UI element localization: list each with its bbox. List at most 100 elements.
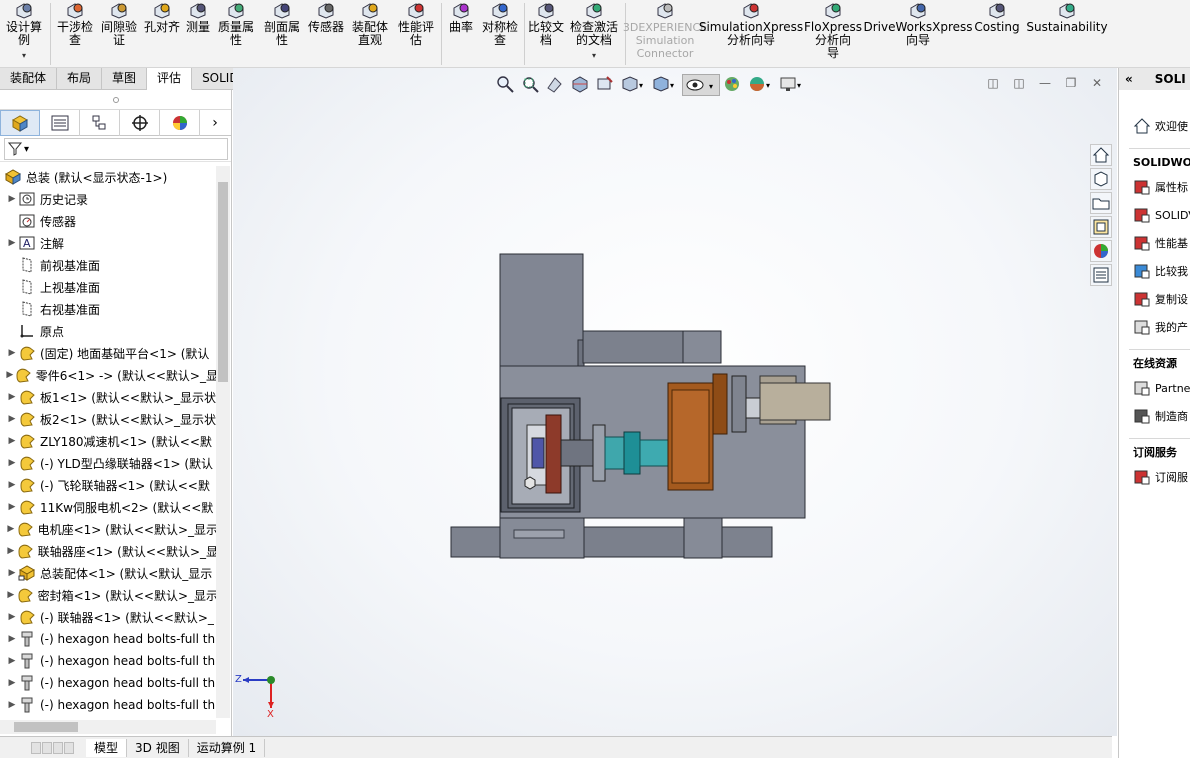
- ribbon-button-curvature[interactable]: 曲率: [444, 0, 478, 66]
- expand-arrow-icon[interactable]: ▶: [6, 700, 18, 710]
- horizontal-scroll-thumb[interactable]: [14, 722, 78, 732]
- featuremanager-tab[interactable]: [0, 110, 40, 136]
- expand-arrow-icon[interactable]: ▶: [6, 678, 18, 688]
- tree-item[interactable]: ▶ (-) hexagon head bolts-full th: [0, 650, 218, 672]
- tree-item[interactable]: ▶ 历史记录: [0, 188, 218, 210]
- ribbon-button-compare[interactable]: 比较文 档: [527, 0, 565, 66]
- cad-model[interactable]: [233, 68, 1117, 736]
- expand-arrow-icon[interactable]: ▶: [6, 502, 18, 512]
- appearances-scenes-icon[interactable]: [1090, 240, 1112, 262]
- command-tab-3[interactable]: 评估: [147, 68, 193, 90]
- panel-splitter-handle[interactable]: [0, 90, 231, 110]
- tree-item[interactable]: ▶ (固定) 地面基础平台<1> (默认: [0, 342, 218, 364]
- vertical-scroll-thumb[interactable]: [218, 182, 228, 382]
- tree-item[interactable]: ▶ 零件6<1> -> (默认<<默认>_显: [0, 364, 218, 386]
- bottom-tab-0[interactable]: 模型: [86, 738, 128, 757]
- tree-item[interactable]: 原点: [0, 320, 218, 342]
- tree-item[interactable]: 右视基准面: [0, 298, 218, 320]
- tree-item[interactable]: ▶ (-) hexagon head bolts-full th: [0, 672, 218, 694]
- expand-arrow-icon[interactable]: ▶: [6, 458, 18, 468]
- file-explorer-icon[interactable]: [1090, 192, 1112, 214]
- graphics-area[interactable]: ▾ ▾ ▾ ▾ ▾ ◫ ◫ — ❐ ✕ Z X: [233, 68, 1117, 736]
- tree-item[interactable]: ▶ 板2<1> (默认<<默认>_显示状: [0, 408, 218, 430]
- expand-arrow-icon[interactable]: ▶: [6, 568, 18, 578]
- bottom-tab-1[interactable]: 3D 视图: [127, 738, 189, 757]
- tree-item[interactable]: ▶ ZLY180减速机<1> (默认<<默: [0, 430, 218, 452]
- collapse-task-pane-icon[interactable]: «: [1125, 72, 1133, 86]
- configurationmanager-tab[interactable]: [80, 110, 120, 136]
- ribbon-button-check-active[interactable]: 检查激活 的文档 ▾: [565, 0, 623, 66]
- propertymanager-tab[interactable]: [40, 110, 80, 136]
- solidworks-resources-home-icon[interactable]: [1090, 144, 1112, 166]
- task-pane-link[interactable]: Partne: [1119, 374, 1190, 402]
- tree-item[interactable]: ▶ (-) YLD型凸缘联轴器<1> (默认: [0, 452, 218, 474]
- view-palette-icon[interactable]: [1090, 216, 1112, 238]
- next-tab-button[interactable]: [53, 741, 63, 754]
- tree-item[interactable]: ▶ 11Kw伺服电机<2> (默认<<默: [0, 496, 218, 518]
- expand-arrow-icon[interactable]: ▶: [6, 370, 14, 380]
- tree-item[interactable]: ▶ 板1<1> (默认<<默认>_显示状: [0, 386, 218, 408]
- tree-vertical-scrollbar[interactable]: [216, 166, 230, 718]
- tree-item[interactable]: ▶ 电机座<1> (默认<<默认>_显示: [0, 518, 218, 540]
- tree-item[interactable]: ▶ (-) 联轴器<1> (默认<<默认>_: [0, 606, 218, 628]
- design-library-icon[interactable]: [1090, 168, 1112, 190]
- expand-arrow-icon[interactable]: ▶: [6, 392, 18, 402]
- expand-arrow-icon[interactable]: ▶: [6, 590, 16, 600]
- tree-item[interactable]: ▶ 总装配体<1> (默认<默认_显示: [0, 562, 218, 584]
- welcome-link[interactable]: 欢迎使: [1119, 112, 1190, 140]
- task-pane-link[interactable]: 订阅服: [1119, 463, 1190, 491]
- ribbon-button-sustainability[interactable]: Sustainability: [1024, 0, 1110, 66]
- task-pane-link[interactable]: SOLIDV: [1119, 201, 1190, 229]
- tree-item[interactable]: ▶ 联轴器座<1> (默认<<默认>_显: [0, 540, 218, 562]
- prev-tab-button[interactable]: [42, 741, 52, 754]
- ribbon-button-assembly-visualization[interactable]: 装配体 直观: [347, 0, 393, 66]
- task-pane-link[interactable]: 属性标: [1119, 173, 1190, 201]
- tree-item[interactable]: 前视基准面: [0, 254, 218, 276]
- tree-item[interactable]: ▶ (-) hexagon head bolts-full th: [0, 694, 218, 716]
- dropdown-arrow-icon[interactable]: ▾: [592, 49, 596, 62]
- ribbon-button-mass-properties[interactable]: 质量属 性: [213, 0, 259, 66]
- dropdown-arrow-icon[interactable]: ▾: [22, 49, 26, 62]
- tree-item[interactable]: 传感器: [0, 210, 218, 232]
- ribbon-button-design-study[interactable]: 设计算 例 ▾: [0, 0, 48, 66]
- expand-arrow-icon[interactable]: ▶: [6, 414, 18, 424]
- displaymanager-tab[interactable]: [160, 110, 200, 136]
- task-pane-link[interactable]: 性能基: [1119, 229, 1190, 257]
- expand-arrow-icon[interactable]: ▶: [6, 524, 16, 534]
- ribbon-button-connector[interactable]: 3DEXPERIENCE Simulation Connector: [623, 0, 707, 66]
- tree-filter-input[interactable]: ▾: [4, 138, 228, 160]
- ribbon-button-section-properties[interactable]: 剖面属 性: [259, 0, 305, 66]
- expand-arrow-icon[interactable]: ▶: [6, 238, 18, 248]
- ribbon-button-performance[interactable]: 性能评 估: [393, 0, 439, 66]
- ribbon-button-costing[interactable]: Costing: [970, 0, 1024, 66]
- ribbon-button-sensor[interactable]: 传感器: [305, 0, 347, 66]
- bottom-tab-2[interactable]: 运动算例 1: [189, 738, 266, 757]
- ribbon-button-clearance[interactable]: 间隙验 证: [97, 0, 141, 66]
- task-pane-link[interactable]: 制造商: [1119, 402, 1190, 430]
- tree-item[interactable]: ▶ 密封箱<1> (默认<<默认>_显示: [0, 584, 218, 606]
- dimxpertmanager-tab[interactable]: [120, 110, 160, 136]
- tree-item[interactable]: ▶ (-) 飞轮联轴器<1> (默认<<默: [0, 474, 218, 496]
- task-pane-link[interactable]: 比较我: [1119, 257, 1190, 285]
- expand-arrow-icon[interactable]: ▶: [6, 656, 18, 666]
- command-tab-0[interactable]: 装配体: [0, 68, 58, 90]
- command-tab-1[interactable]: 布局: [57, 68, 103, 90]
- task-pane-link[interactable]: 我的产: [1119, 313, 1190, 341]
- command-tab-2[interactable]: 草图: [102, 68, 148, 90]
- custom-properties-icon[interactable]: [1090, 264, 1112, 286]
- expand-arrow-icon[interactable]: ▶: [6, 348, 18, 358]
- ribbon-button-interference[interactable]: 干涉检 查: [53, 0, 97, 66]
- tree-item[interactable]: ▶ (-) hexagon head bolts-full th: [0, 628, 218, 650]
- tree-item[interactable]: 上视基准面: [0, 276, 218, 298]
- tree-item[interactable]: 总装 (默认<显示状态-1>): [0, 166, 218, 188]
- ribbon-button-symmetry[interactable]: 对称检 查: [478, 0, 522, 66]
- last-tab-button[interactable]: [64, 741, 74, 754]
- expand-arrow-icon[interactable]: ▶: [6, 634, 18, 644]
- ribbon-button-simxpress[interactable]: SimulationXpress 分析向导: [699, 0, 803, 66]
- first-tab-button[interactable]: [31, 741, 41, 754]
- tree-horizontal-scrollbar[interactable]: [0, 720, 216, 734]
- more-tabs-arrow-icon[interactable]: ›: [200, 110, 230, 135]
- expand-arrow-icon[interactable]: ▶: [6, 612, 18, 622]
- expand-arrow-icon[interactable]: ▶: [6, 194, 18, 204]
- ribbon-button-floxpress[interactable]: FloXpress 分析向 导: [800, 0, 866, 66]
